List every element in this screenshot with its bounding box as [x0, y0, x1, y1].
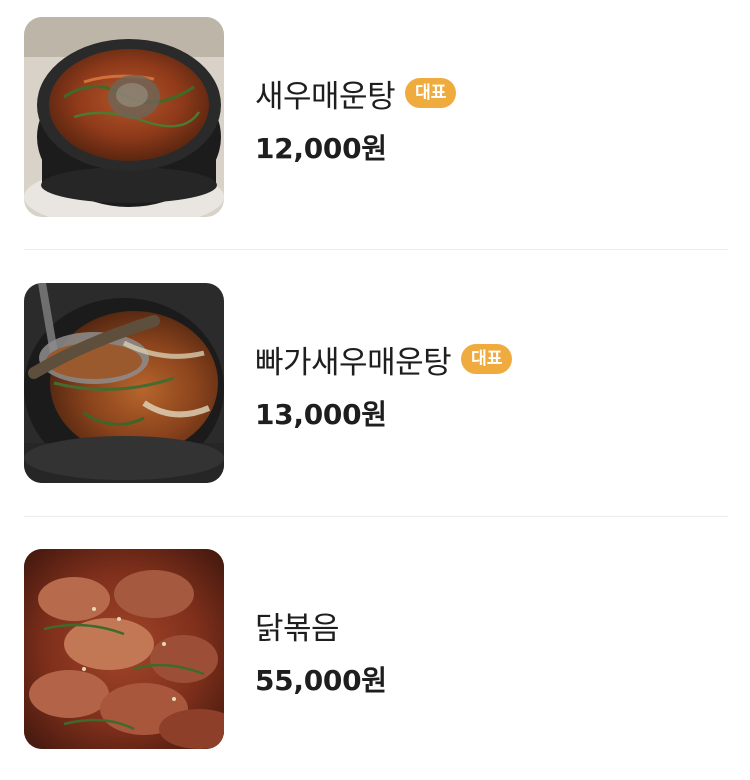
- menu-item-name-row: 닭볶음: [255, 603, 715, 647]
- menu-item-price: 55,000원: [255, 664, 387, 697]
- menu-item-photo[interactable]: [24, 17, 224, 217]
- divider: [24, 249, 728, 250]
- menu-item-info: 새우매운탕 대표 12,000원: [255, 71, 715, 167]
- signature-badge: 대표: [461, 344, 513, 374]
- braised-chicken-photo: [24, 549, 224, 749]
- menu-item-info: 빠가새우매운탕 대표 13,000원: [255, 337, 715, 433]
- menu-item-name: 빠가새우매운탕: [255, 344, 452, 381]
- menu-item-info: 닭볶음 55,000원: [255, 603, 715, 699]
- menu-item-braised-chicken[interactable]: 닭볶음 55,000원: [24, 549, 728, 749]
- menu-item-name: 닭볶음: [255, 610, 340, 647]
- menu-item-price: 13,000원: [255, 398, 387, 431]
- catfish-stew-photo: [24, 283, 224, 483]
- menu-item-shrimp-spicy-stew[interactable]: 새우매운탕 대표 12,000원: [24, 17, 728, 217]
- menu-item-photo[interactable]: [24, 283, 224, 483]
- menu-item-catfish-shrimp-spicy-stew[interactable]: 빠가새우매운탕 대표 13,000원: [24, 283, 728, 483]
- menu-item-name: 새우매운탕: [255, 78, 396, 115]
- menu-list: 새우매운탕 대표 12,000원 빠가새우매운탕 대표 13,000원 닭볶음 …: [0, 0, 750, 780]
- menu-item-photo[interactable]: [24, 549, 224, 749]
- menu-item-price: 12,000원: [255, 132, 387, 165]
- menu-item-name-row: 새우매운탕 대표: [255, 71, 715, 115]
- spicy-stew-photo: [24, 17, 224, 217]
- signature-badge: 대표: [405, 78, 457, 108]
- divider: [24, 516, 728, 517]
- menu-item-name-row: 빠가새우매운탕 대표: [255, 337, 715, 381]
